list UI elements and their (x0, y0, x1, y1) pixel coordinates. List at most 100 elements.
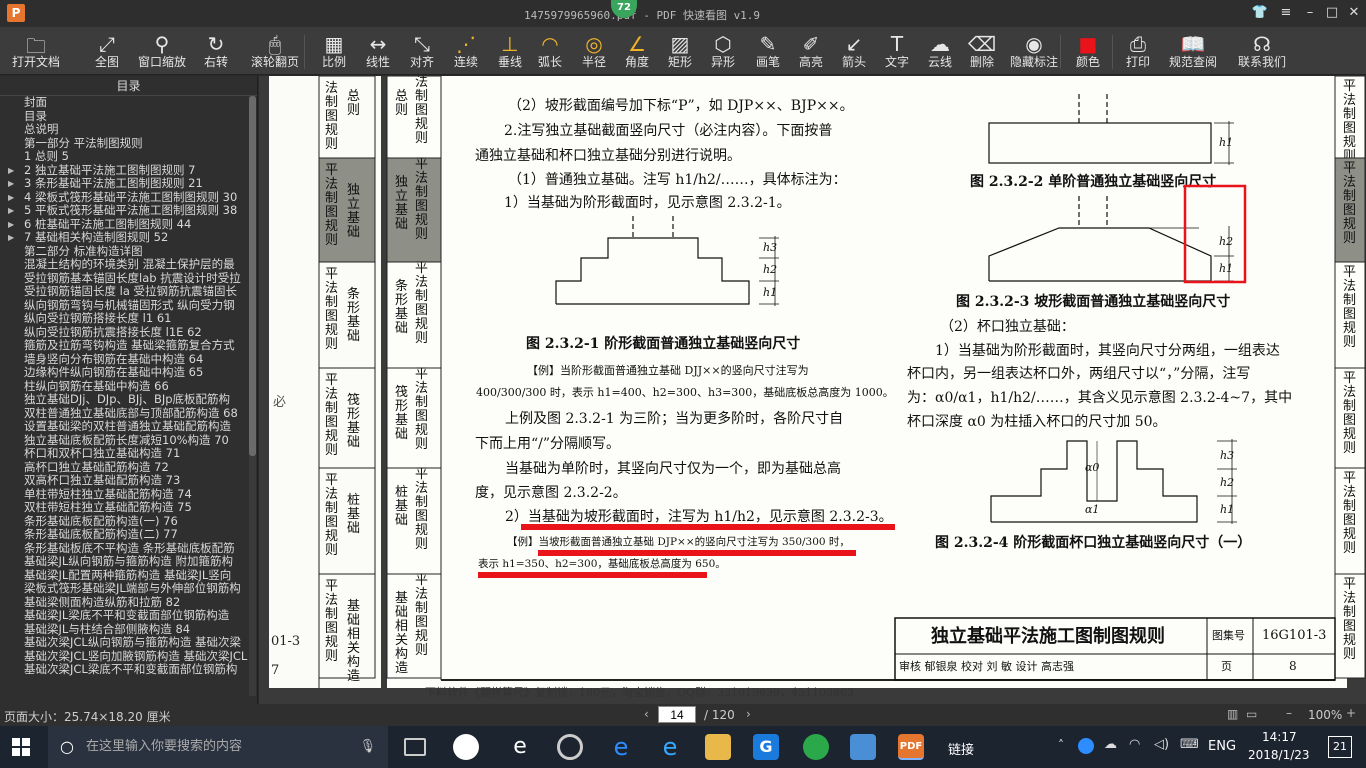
toolbar-contact-button[interactable]: ☊ 联系我们 (1232, 27, 1292, 75)
toc-item[interactable]: 纵向受拉钢筋抗震搭接长度 l1E 62 (0, 326, 257, 340)
close-button[interactable]: ✕ (1344, 4, 1364, 22)
toc-item[interactable]: 基础梁JL纵向钢筋与箍筋构造 附加箍筋构 (0, 555, 257, 569)
toolbar-hide-marks-button[interactable]: ◉ 隐藏标注 (1005, 27, 1063, 75)
pinwheel-app-icon[interactable] (453, 734, 479, 760)
toc-item[interactable]: 纵向钢筋弯钩与机械锚固形式 纵向受力钢 (0, 299, 257, 313)
toc-item[interactable]: 双柱普通独立基础底部与顶部配筋构造 68 (0, 407, 257, 421)
toolbar-continuous-button[interactable]: ⋰ 连续 (446, 27, 486, 75)
toolbar-zoom-window-button[interactable]: ⚲ 窗口缩放 (136, 27, 188, 75)
toc-item[interactable]: 独立基础底板配筋长度减短10%构造 70 (0, 434, 257, 448)
keyboard-icon[interactable]: ⌨ (1180, 737, 1199, 752)
toc-item[interactable]: 第二部分 标准构造详图 (0, 245, 257, 259)
toolbar-scale-button[interactable]: ▦ 比例 (314, 27, 354, 75)
page-input[interactable] (658, 706, 696, 723)
toc-item[interactable]: 2 独立基础平法施工图制图规则 7 (0, 164, 257, 178)
toolbar-color-button[interactable]: ■ 颜色 (1071, 27, 1105, 75)
toc-item[interactable]: 基础次梁JCL纵向钢筋与箍筋构造 基础次梁 (0, 636, 257, 650)
toc-item[interactable]: 双高杯口独立基础配筋构造 73 (0, 474, 257, 488)
toolbar-rotate-button[interactable]: ↻ 右转 (196, 27, 236, 75)
toolbar-text-button[interactable]: T 文字 (877, 27, 917, 75)
view-mode-icon[interactable]: ▥ (1227, 707, 1238, 721)
toc-item[interactable]: 纵向受拉钢筋搭接长度 l1 61 (0, 312, 257, 326)
toc-item[interactable]: 箍筋及拉筋弯钩构造 基础梁箍筋复合方式 (0, 339, 257, 353)
toc-item[interactable]: 6 桩基础平法施工图制图规则 44 (0, 218, 257, 232)
circle-app-icon[interactable] (557, 734, 583, 760)
language-indicator[interactable]: ENG (1208, 739, 1236, 754)
maximize-button[interactable]: □ (1322, 4, 1342, 22)
microphone-icon[interactable]: 🎙 (359, 726, 376, 768)
taskbar-search-box[interactable]: ○ 在这里输入你要搜索的内容 🎙 (48, 726, 388, 768)
browser-360-icon[interactable] (803, 734, 829, 760)
toolbar-linear-button[interactable]: ↔ 线性 (358, 27, 398, 75)
edge-browser-icon[interactable]: e (608, 734, 634, 760)
toolbar-print-button[interactable]: ⎙ 打印 (1118, 27, 1158, 75)
tray-app-icon[interactable] (1078, 738, 1094, 754)
toc-item[interactable]: 基础梁JL配置两种箍筋构造 基础梁JL竖向 (0, 569, 257, 583)
toc-scrollbar[interactable] (249, 96, 256, 696)
toolbar-perpendicular-button[interactable]: ⊥ 垂线 (490, 27, 530, 75)
toolbar-open-button[interactable]: 🗀 打开文档 (8, 27, 64, 75)
toc-item[interactable]: 双柱带短柱独立基础配筋构造 75 (0, 501, 257, 515)
toc-item[interactable]: 混凝土结构的环境类别 混凝土保护层的最 (0, 258, 257, 272)
toc-item[interactable]: 受拉钢筋锚固长度 la 受拉钢筋抗震锚固长 (0, 285, 257, 299)
tray-cloud-icon[interactable]: ☁ (1104, 737, 1117, 752)
toc-item[interactable]: 条形基础板底不平构造 条形基础底板配筋 (0, 542, 257, 556)
toc-item[interactable]: 封面 (0, 96, 257, 110)
toc-item[interactable]: 5 平板式筏形基础平法施工图制图规则 38 (0, 204, 257, 218)
ie-browser-icon[interactable]: e (657, 734, 683, 760)
minimize-button[interactable]: – (1300, 4, 1320, 22)
toolbar-cloud-button[interactable]: ☁ 云线 (920, 27, 960, 75)
toc-item[interactable]: 基础梁JL与柱结合部侧腋构造 84 (0, 623, 257, 637)
toc-item[interactable]: 受拉钢筋基本锚固长度lab 抗震设计时受拉 (0, 272, 257, 286)
links-toolbar-label[interactable]: 链接 (948, 739, 974, 758)
task-view-icon[interactable] (404, 738, 426, 756)
toc-item[interactable]: 单柱带短柱独立基础配筋构造 74 (0, 488, 257, 502)
toc-item[interactable]: 3 条形基础平法施工图制图规则 21 (0, 177, 257, 191)
toc-item[interactable]: 高杯口独立基础配筋构造 72 (0, 461, 257, 475)
toolbar-rectangle-button[interactable]: ▨ 矩形 (660, 27, 700, 75)
toolbar-highlight-button[interactable]: ✐ 高亮 (791, 27, 831, 75)
g-app-icon[interactable]: G (753, 734, 779, 760)
windows-start-icon[interactable] (12, 738, 30, 756)
toc-item[interactable]: 基础梁侧面构造纵筋和拉筋 82 (0, 596, 257, 610)
edge-legacy-icon[interactable]: e (507, 734, 533, 760)
toolbar-arrow-button[interactable]: ↙ 箭头 (834, 27, 874, 75)
toc-item[interactable]: 第一部分 平法制图规则 (0, 137, 257, 151)
toolbar-arc-length-button[interactable]: ◠ 弧长 (530, 27, 570, 75)
clock-date[interactable]: 2018/1/23 (1248, 748, 1310, 762)
photo-app-icon[interactable] (850, 734, 876, 760)
pdf-app-taskbar-icon[interactable]: PDF (898, 734, 924, 760)
toc-item[interactable]: 基础次梁JCL梁底不平和变截面部位钢筋构 (0, 663, 257, 677)
toolbar-irregular-button[interactable]: ⬡ 异形 (703, 27, 743, 75)
view-mode-single-icon[interactable]: ▭ (1246, 707, 1257, 721)
toolbar-aligned-button[interactable]: ⤡ 对齐 (402, 27, 442, 75)
clock-time[interactable]: 14:17 (1262, 730, 1297, 744)
wifi-icon[interactable]: ◠ (1129, 737, 1140, 752)
toolbar-scroll-page-button[interactable]: 🖱 滚轮翻页 (247, 27, 303, 75)
toc-item[interactable]: 设置基础梁的双柱普通独立基础配筋构造 (0, 420, 257, 434)
toc-item[interactable]: 总说明 (0, 123, 257, 137)
toolbar-radius-button[interactable]: ◎ 半径 (574, 27, 614, 75)
toc-item[interactable]: 1 总则 5 (0, 150, 257, 164)
toolbar-fit-button[interactable]: ⤢ 全图 (88, 27, 126, 75)
prev-page-icon[interactable]: ‹ (644, 707, 649, 721)
toc-item[interactable]: 4 梁板式筏形基础平法施工图制图规则 30 (0, 191, 257, 205)
toolbar-angle-button[interactable]: ∠ 角度 (617, 27, 657, 75)
toc-item[interactable]: 条形基础底板配筋构造(一) 76 (0, 515, 257, 529)
toc-item[interactable]: 条形基础底板配筋构造(二) 77 (0, 528, 257, 542)
menu-icon[interactable]: ≡ (1276, 4, 1296, 22)
volume-icon[interactable]: ◁) (1154, 737, 1169, 752)
file-explorer-icon[interactable] (705, 734, 731, 760)
toolbar-delete-button[interactable]: ⌫ 删除 (962, 27, 1002, 75)
notification-center-icon[interactable]: 21 (1328, 736, 1352, 758)
toc-item[interactable]: 柱纵向钢筋在基础中构造 66 (0, 380, 257, 394)
zoom-in-icon[interactable]: + (1346, 706, 1356, 720)
toc-item[interactable]: 7 基础相关构造制图规则 52 (0, 231, 257, 245)
toolbar-spec-button[interactable]: 📖 规范查阅 (1165, 27, 1221, 75)
zoom-out-icon[interactable]: – (1286, 706, 1292, 720)
toc-item[interactable]: 杯口和双杯口独立基础构造 71 (0, 447, 257, 461)
toolbar-pen-button[interactable]: ✎ 画笔 (748, 27, 788, 75)
toc-item[interactable]: 边缘构件纵向钢筋在基础中构造 65 (0, 366, 257, 380)
show-hidden-icons-icon[interactable]: ˄ (1058, 738, 1064, 752)
toc-item[interactable]: 基础次梁JCL竖向加腋钢筋构造 基础次梁JCL (0, 650, 257, 664)
